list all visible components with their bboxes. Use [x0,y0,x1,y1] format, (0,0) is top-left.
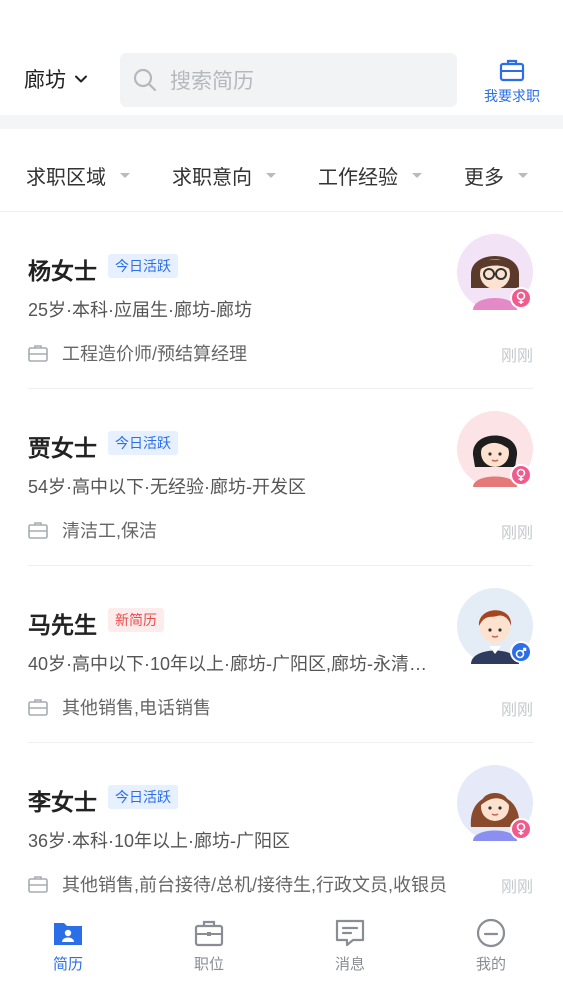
candidate-info: 54岁·高中以下·无经验·廊坊-开发区 [28,477,306,497]
search-placeholder: 搜索简历 [170,70,254,93]
status-badge: 新简历 [108,608,164,632]
job-intention-text: 清洁工,保洁 [62,521,158,541]
filter-bar: 求职区域 求职意向 工作经验 更多 [0,129,563,212]
resume-card[interactable]: 杨女士 今日活跃 25岁·本科·应届生·廊坊-廊坊 工程造价师/预结算经理 刚刚 [28,212,533,389]
filter-label: 更多 [464,167,504,189]
job-seek-label: 我要求职 [484,88,540,104]
man-avatar [457,588,533,664]
filter-label: 求职意向 [172,167,252,189]
tab-profile[interactable]: 我的 [451,917,531,974]
job-intention: 清洁工,保洁 [28,517,157,543]
tab-label: 消息 [334,956,365,973]
tab-label: 职位 [193,956,224,973]
briefcase-icon [28,699,48,716]
caret-down-icon [412,173,422,178]
job-seek-button[interactable]: 我要求职 [472,52,552,108]
resume-card[interactable]: 李女士 今日活跃 36岁·本科·10年以上·廊坊-广阳区 其他销售,前台接待/总… [28,743,533,920]
job-intention-text: 工程造价师/预结算经理 [62,344,247,364]
woman-longhair-avatar [457,765,533,841]
job-intention: 其他销售,电话销售 [28,694,211,720]
message-icon [335,919,365,947]
briefcase-icon [194,920,224,947]
status-badge: 今日活跃 [108,254,178,278]
candidate-info: 25岁·本科·应届生·廊坊-廊坊 [28,300,252,320]
caret-down-icon [266,173,276,178]
resume-card[interactable]: 贾女士 今日活跃 54岁·高中以下·无经验·廊坊-开发区 清洁工,保洁 刚刚 [28,389,533,566]
candidate-name: 李女士 [28,789,97,815]
tab-label: 我的 [475,956,506,973]
city-label: 廊坊 [24,69,66,92]
job-intention-text: 其他销售,前台接待/总机/接待生,行政文员,收银员 [62,875,448,895]
tab-resume[interactable]: 简历 [28,917,108,974]
job-intention: 工程造价师/预结算经理 [28,340,247,366]
resume-card[interactable]: 马先生 新简历 40岁·高中以下·10年以上·廊坊-广阳区,廊坊-永清… 其他销… [28,566,533,743]
briefcase-icon [499,59,525,82]
candidate-name: 杨女士 [28,258,97,284]
resume-icon [54,923,82,945]
job-intention-text: 其他销售,电话销售 [62,698,212,718]
filter-label: 求职区域 [26,167,106,189]
bottom-tab-bar: 简历 职位 消息 我的 [0,905,563,985]
caret-down-icon [120,173,130,178]
filter-experience[interactable]: 工作经验 [318,161,422,190]
woman-glasses-avatar [457,234,533,310]
briefcase-icon [28,876,48,893]
filter-intention[interactable]: 求职意向 [172,161,276,190]
search-icon [133,68,157,92]
tab-messages[interactable]: 消息 [310,917,390,974]
chevron-down-icon [75,75,87,83]
caret-down-icon [518,173,528,178]
candidate-name: 马先生 [28,612,97,638]
update-time: 刚刚 [500,702,533,719]
filter-region[interactable]: 求职区域 [26,161,130,190]
briefcase-icon [28,522,48,539]
update-time: 刚刚 [500,348,533,365]
top-bar: 廊坊 搜索简历 我要求职 [0,0,563,115]
job-intention: 其他销售,前台接待/总机/接待生,行政文员,收银员 [28,871,447,897]
candidate-name: 贾女士 [28,435,97,461]
briefcase-icon [28,345,48,362]
search-input[interactable]: 搜索简历 [120,53,457,107]
city-selector[interactable]: 廊坊 [24,64,88,94]
update-time: 刚刚 [500,879,533,896]
woman-shorthair-avatar [457,411,533,487]
tab-jobs[interactable]: 职位 [169,917,249,974]
profile-icon [476,918,506,948]
candidate-info: 40岁·高中以下·10年以上·廊坊-广阳区,廊坊-永清… [28,654,428,674]
candidate-info: 36岁·本科·10年以上·廊坊-广阳区 [28,831,291,851]
filter-more[interactable]: 更多 [464,161,528,190]
tab-label: 简历 [52,956,83,973]
filter-label: 工作经验 [318,167,398,189]
section-divider [0,115,563,129]
status-badge: 今日活跃 [108,785,178,809]
update-time: 刚刚 [500,525,533,542]
status-badge: 今日活跃 [108,431,178,455]
